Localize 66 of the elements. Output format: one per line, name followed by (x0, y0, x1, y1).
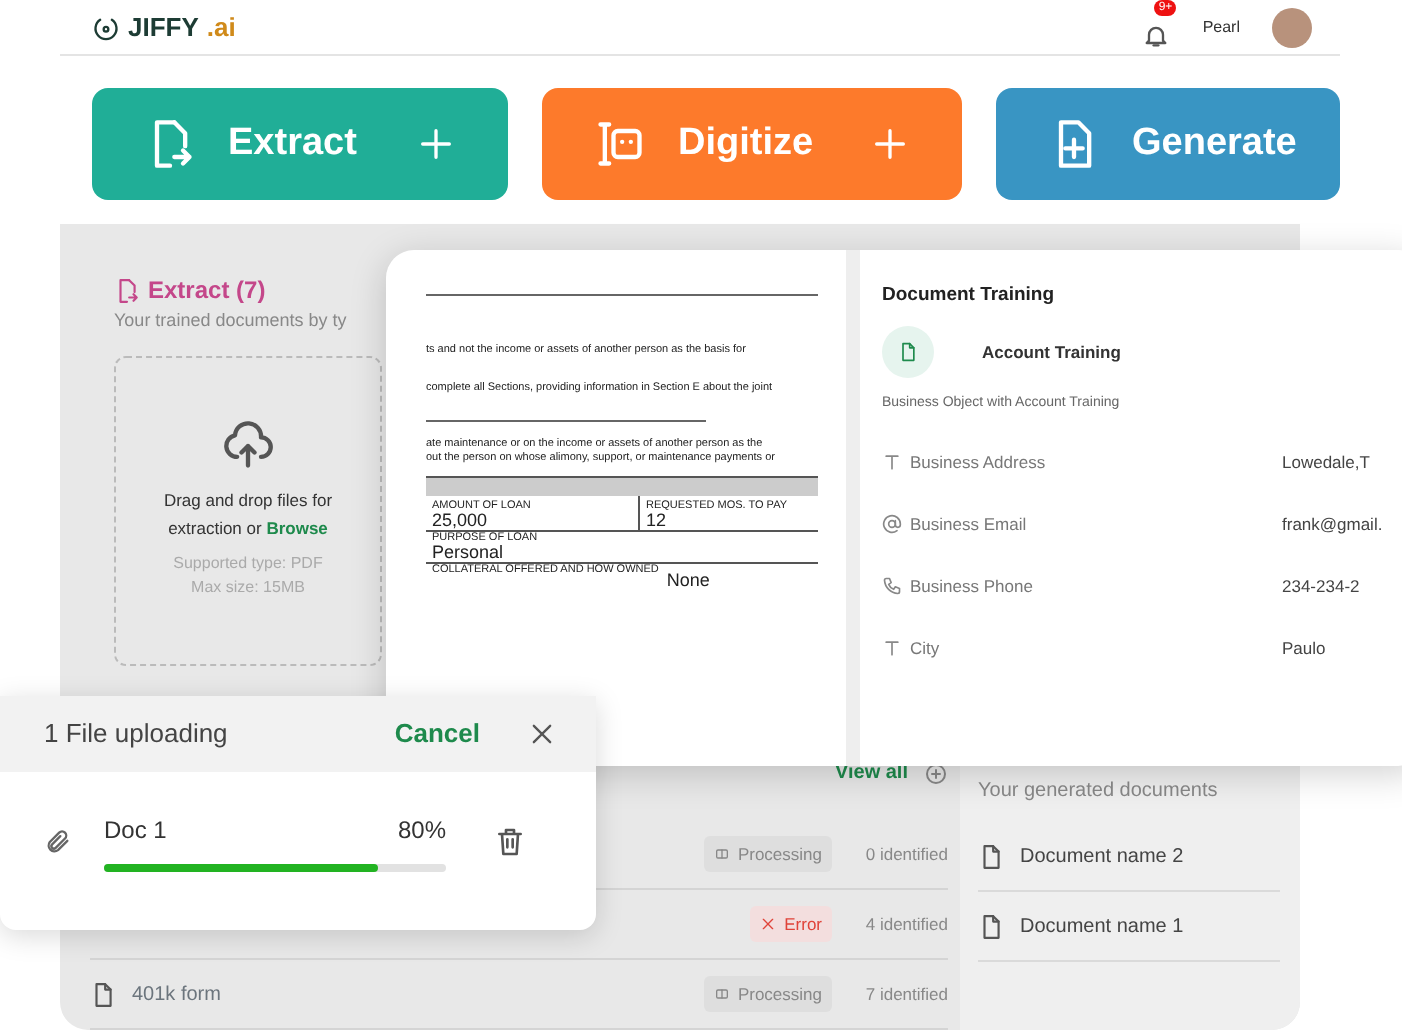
field-label: Business Phone (910, 573, 1035, 600)
section-title: Extract (7) (148, 274, 266, 308)
close-button[interactable] (528, 720, 556, 748)
logo-icon (92, 13, 120, 41)
bell-icon[interactable] (1142, 22, 1171, 51)
upload-title: 1 File uploading (44, 716, 230, 753)
text-icon (882, 638, 902, 659)
status-chip: Processing (703, 835, 832, 873)
at-sign-icon (882, 514, 902, 535)
plus-icon (416, 124, 456, 164)
field-value: 234-234-2 (1282, 573, 1362, 600)
field-value: Paulo (1282, 635, 1328, 662)
paperclip-icon (44, 828, 72, 856)
form-value: None (666, 571, 710, 590)
logo[interactable]: JIFFY .ai (92, 7, 236, 47)
object-name: Account Training (982, 339, 1121, 366)
field-value: frank@gmail. (1282, 511, 1385, 538)
document-icon (90, 981, 116, 1007)
processing-icon (713, 986, 730, 1002)
field-label: Business Address (910, 449, 1048, 476)
dropzone-text: Drag and drop files for (163, 488, 333, 515)
status-chip: Processing (703, 975, 832, 1013)
upload-percent: 80% (397, 814, 446, 848)
form-value: 12 (646, 511, 667, 530)
upload-cloud-icon (222, 420, 274, 473)
document-icon (978, 913, 1004, 939)
browse-link[interactable]: Browse (266, 518, 328, 538)
user-name: Pearl (1202, 15, 1240, 39)
field-value: Lowedale,T (1282, 449, 1372, 476)
document-name[interactable]: 401k form (132, 979, 221, 1009)
file-arrow-icon (114, 277, 140, 303)
section-subtitle: Your generated documents (978, 778, 1220, 806)
phone-icon (882, 576, 902, 597)
max-size-text: Max size: 15MB (189, 575, 307, 600)
supported-type-text: Supported type: PDF (173, 551, 323, 576)
action-button[interactable]: Extract (92, 88, 508, 200)
text-icon (882, 452, 902, 473)
avatar[interactable] (1272, 7, 1312, 47)
identified-count: 7 identified (863, 981, 948, 1007)
file-name: Doc 1 (104, 814, 167, 848)
action-button[interactable]: Generate (996, 88, 1340, 200)
plus-icon (870, 124, 910, 164)
dropzone[interactable]: Drag and drop files for extraction or Browse Supported type: PDF Max size: 15MB (114, 355, 382, 665)
document-name[interactable]: Document name 2 (1020, 841, 1184, 871)
identified-count: 0 identified (863, 841, 948, 867)
delete-button[interactable] (494, 826, 526, 858)
text-scan-icon (594, 118, 646, 170)
trash-icon (494, 826, 526, 858)
processing-icon (713, 846, 730, 862)
document-icon (978, 843, 1004, 869)
error-icon (760, 916, 777, 932)
form-value: 25,000 (432, 511, 490, 530)
dropzone-text: extraction or (168, 518, 264, 538)
field-label: City (910, 635, 942, 662)
document-name[interactable]: Document name 1 (1020, 911, 1184, 941)
panel-title: Document Training (882, 282, 1057, 310)
cancel-button[interactable]: Cancel (394, 714, 480, 754)
status-chip: Error (750, 905, 832, 943)
identified-count: 4 identified (863, 911, 948, 937)
close-icon (528, 720, 556, 748)
form-value: Personal (432, 543, 506, 562)
document-icon (898, 342, 918, 363)
field-label: Business Email (910, 511, 1029, 538)
add-circle-icon[interactable] (924, 761, 948, 785)
section-subtitle: Your trained documents by ty (114, 308, 349, 334)
action-button[interactable]: Digitize (542, 88, 962, 200)
